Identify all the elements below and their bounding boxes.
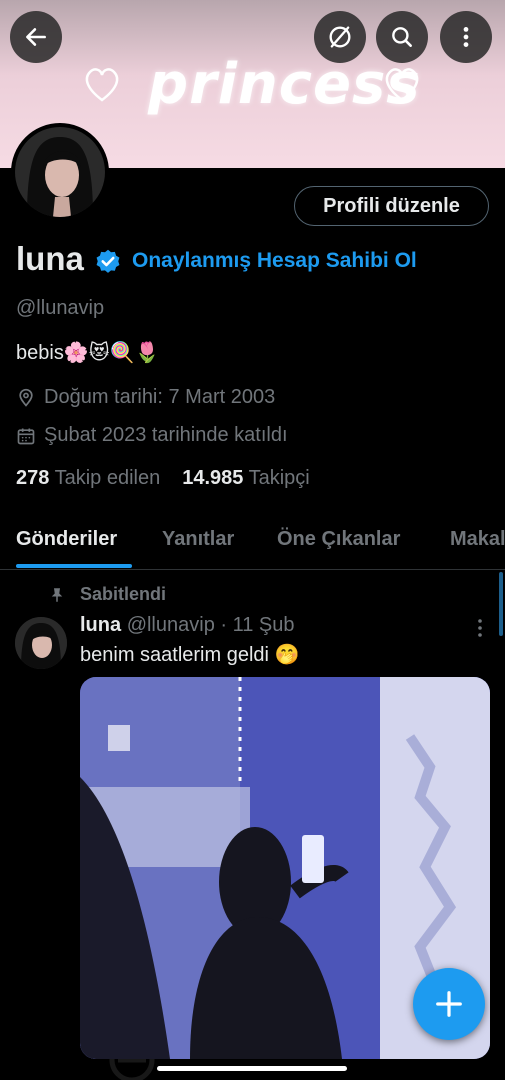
back-button[interactable] [10,11,62,63]
verified-badge-icon [96,249,120,273]
plus-icon [436,991,462,1017]
followers-count: 14.985 [182,467,244,489]
edit-profile-button[interactable]: Profili düzenle [294,186,489,226]
following-label: Takip edilen [54,467,161,489]
pinned-label-row: Sabitlendi [48,584,166,605]
profile-handle: @llunavip [16,297,105,319]
location-icon [19,388,33,407]
tweet-author-name[interactable]: luna [80,614,121,636]
tweet-author-avatar[interactable] [15,617,67,669]
home-indicator[interactable] [157,1066,347,1071]
profile-name: luna [16,240,84,277]
pin-icon [51,587,63,602]
followers-link[interactable]: 14.985 Takipçi [182,467,310,490]
tab-replies[interactable]: Yanıtlar [162,528,234,551]
followers-label: Takipçi [248,467,310,489]
calendar-icon [17,428,35,444]
get-verified-link[interactable]: Onaylanmış Hesap Sahibi Ol [132,249,417,273]
joined-text: Şubat 2023 tarihinde katıldı [44,424,288,446]
scrollbar-thumb[interactable] [499,572,503,636]
search-icon [392,27,412,47]
profile-tabs: Gönderiler Yanıtlar Öne Çıkanlar Makal [0,520,505,1080]
tab-articles[interactable]: Makal [450,528,505,551]
heart-outline-icon [385,68,419,102]
tweet-header: luna @llunavip · 11 Şub [80,614,295,637]
follow-stats: 278 Takip edilen 14.985 Takipçi [16,467,310,490]
more-vertical-icon [463,27,469,47]
following-count: 278 [16,467,50,489]
tab-highlights[interactable]: Öne Çıkanlar [277,528,400,551]
pinned-label: Sabitlendi [80,584,167,604]
birthday-row: Doğum tarihi: 7 Mart 2003 [16,386,275,409]
circle-slash-icon [329,26,351,48]
active-tab-indicator [16,564,132,568]
heart-outline-icon [85,68,119,102]
more-button[interactable] [440,11,492,63]
tab-posts[interactable]: Gönderiler [16,528,117,551]
birthday-text: Doğum tarihi: 7 Mart 2003 [44,386,276,408]
following-link[interactable]: 278 Takip edilen [16,467,160,490]
profile-bio: bebis🌸😻🍭🌷 [16,342,160,364]
compose-button[interactable] [413,968,485,1040]
tweet-handle-time: @llunavip · 11 Şub [126,614,295,636]
avatar-image [15,127,105,217]
tweet-text: benim saatlerim geldi 🤭 [80,644,300,666]
profile-avatar[interactable] [11,123,109,221]
tweet-more-icon[interactable] [472,617,488,639]
circle-slash-button[interactable] [314,11,366,63]
avatar-image [15,617,67,669]
search-button[interactable] [376,11,428,63]
back-arrow-icon [26,28,46,46]
joined-row: Şubat 2023 tarihinde katıldı [16,424,288,447]
